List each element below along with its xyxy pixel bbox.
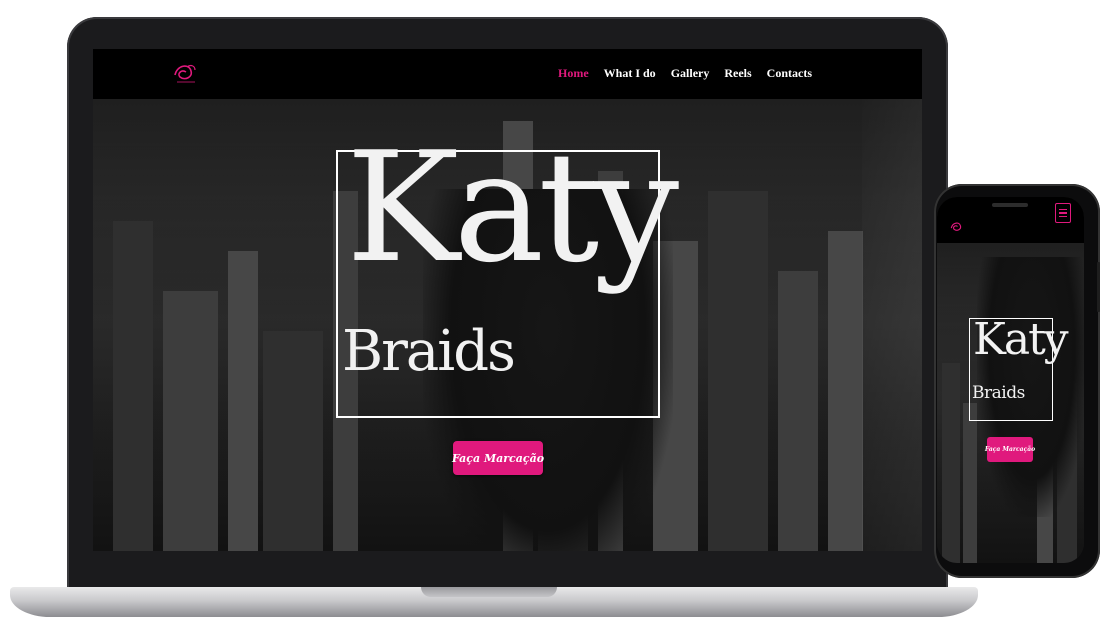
laptop-screen: Home What I do Gallery Reels Contacts Ka… [93,49,922,551]
hero-title-frame: Katy Braids [336,132,679,418]
mobile-hero-title-katy: Katy [973,314,1069,365]
book-appointment-button[interactable]: Faça Marcação [452,441,544,475]
phone-screen: Katy Braids Faça Marcação [937,197,1084,563]
mobile-hero-title-frame: Katy Braids [969,318,1069,421]
mobile-book-appointment-button[interactable]: Faça Marcação [985,437,1035,462]
logo-icon[interactable] [949,220,965,234]
nav-menu: Home What I do Gallery Reels Contacts [558,66,812,81]
nav-item-gallery[interactable]: Gallery [671,66,710,81]
hamburger-menu-icon[interactable] [1055,203,1071,223]
laptop-notch [421,587,557,597]
phone-speaker [992,203,1028,207]
nav-item-reels[interactable]: Reels [724,66,751,81]
hero-title-braids: Braids [342,319,516,384]
hero-title-katy: Katy [346,119,679,296]
mobile-hero-title-braids: Braids [972,383,1025,403]
nav-item-contacts[interactable]: Contacts [767,66,812,81]
navbar: Home What I do Gallery Reels Contacts [93,49,922,99]
nav-item-what-i-do[interactable]: What I do [604,66,656,81]
nav-item-home[interactable]: Home [558,66,589,81]
logo-icon[interactable] [171,61,199,85]
